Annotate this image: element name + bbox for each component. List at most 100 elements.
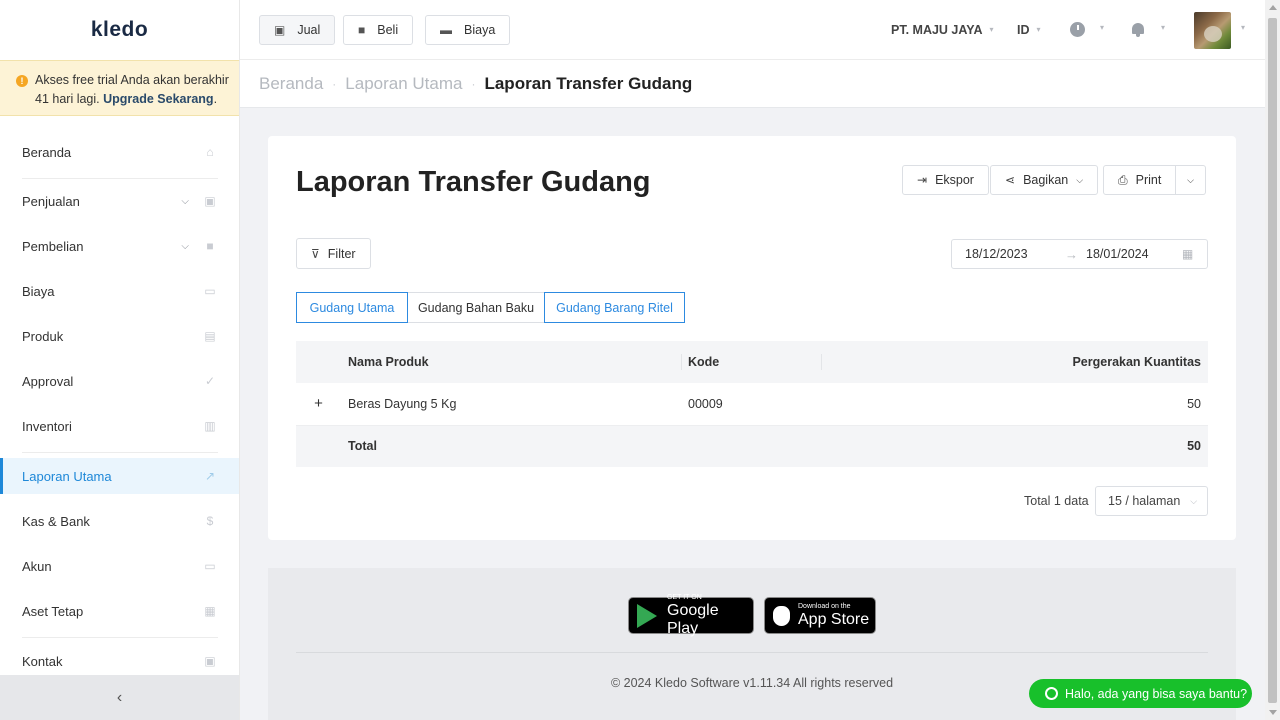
breadcrumb-separator: · — [471, 76, 476, 91]
google-play-icon — [637, 603, 657, 628]
biaya-button[interactable]: ▬ Biaya — [425, 15, 511, 45]
kledo-logo[interactable]: kledo — [0, 0, 239, 60]
chevron-down-icon: ⌵ — [1076, 174, 1084, 185]
footer-divider — [296, 652, 1208, 653]
language-selector[interactable]: ID ▾ — [1017, 23, 1041, 37]
chevron-left-icon: ‹ — [116, 688, 123, 706]
warehouse-icon: ▥ — [204, 419, 216, 433]
contact-card-icon: ▣ — [204, 654, 216, 668]
breadcrumb: Beranda · Laporan Utama · Laporan Transf… — [240, 60, 1265, 108]
print-options-button[interactable]: ⌵ — [1176, 165, 1206, 195]
basket-icon: ▣ — [204, 194, 216, 208]
sidebar-collapse-button[interactable]: ‹ — [0, 675, 239, 720]
page-title: Laporan Transfer Gudang — [296, 166, 651, 198]
topbar: ▣ Jual ■ Beli ▬ Biaya PT. MAJU JAYA ▾ ID ▾… — [240, 0, 1265, 60]
sidebar-item-penjualan[interactable]: Penjualan ⌵ ▣ — [0, 183, 239, 219]
bag-icon: ■ — [206, 239, 214, 253]
breadcrumb-current: Laporan Transfer Gudang — [484, 73, 693, 93]
column-header-code[interactable]: Kode — [681, 341, 821, 383]
chevron-down-icon: ⌵ — [181, 195, 189, 207]
caret-down-icon: ▾ — [1161, 23, 1166, 32]
whatsapp-chat-button[interactable]: Halo, ada yang bisa saya bantu? — [1029, 679, 1252, 708]
card-icon: ▬ — [440, 23, 452, 37]
avatar[interactable] — [1194, 12, 1231, 49]
cell-code: 00009 — [681, 383, 821, 426]
arrow-right-icon: → — [1065, 246, 1078, 262]
caret-down-icon: ▾ — [1241, 23, 1246, 32]
sidebar-item-beranda[interactable]: Beranda ⌂ — [0, 134, 239, 170]
report-table: Nama Produk Kode Pergerakan Kuantitas + … — [296, 341, 1208, 467]
sidebar-item-pembelian[interactable]: Pembelian ⌵ ■ — [0, 228, 239, 264]
divider — [22, 452, 218, 453]
building-icon: ▦ — [204, 604, 216, 618]
filter-icon: ⊽ — [311, 246, 320, 261]
scroll-down-arrow[interactable] — [1269, 710, 1277, 715]
table-row: + Beras Dayung 5 Kg 00009 50 — [296, 383, 1208, 426]
breadcrumb-parent[interactable]: Laporan Utama — [345, 74, 462, 94]
sidebar-item-akun[interactable]: Akun ▭ — [0, 548, 239, 584]
clock-icon[interactable] — [1070, 22, 1085, 37]
cell-product: Beras Dayung 5 Kg — [341, 383, 681, 426]
date-to[interactable]: 18/01/2024 — [1086, 247, 1176, 261]
printer-icon: ⎙ — [1118, 172, 1128, 187]
check-icon: ✓ — [204, 374, 216, 388]
jual-button[interactable]: ▣ Jual — [259, 15, 336, 45]
sidebar-item-approval[interactable]: Approval ✓ — [0, 363, 239, 399]
scrollbar-thumb[interactable] — [1268, 18, 1277, 703]
divider — [22, 637, 218, 638]
total-qty: 50 — [821, 425, 1208, 467]
expand-row-button[interactable]: + — [296, 383, 341, 426]
chevron-down-icon: ⌵ — [1190, 495, 1198, 506]
page-size-select[interactable]: 15 / halaman ⌵ — [1095, 486, 1208, 516]
date-range-picker[interactable]: 18/12/2023 → 18/01/2024 ▦ — [951, 239, 1208, 269]
apple-icon — [773, 605, 790, 626]
report-card: Laporan Transfer Gudang ⇥ Ekspor ⋖ Bagik… — [268, 136, 1236, 540]
sidebar-item-kas-bank[interactable]: Kas & Bank $ — [0, 503, 239, 539]
google-play-badge[interactable]: GET IT ON Google Play — [628, 594, 754, 637]
share-button[interactable]: ⋖ Bagikan ⌵ — [990, 165, 1099, 195]
sidebar-item-kontak[interactable]: Kontak ▣ — [0, 643, 239, 679]
bag-icon: ■ — [358, 23, 366, 37]
print-button[interactable]: ⎙ Print — [1103, 165, 1177, 195]
app-store-badge[interactable]: Download on the App Store — [764, 597, 876, 634]
tab-gudang-barang-ritel[interactable]: Gudang Barang Ritel — [544, 292, 685, 323]
chart-icon: ↗ — [204, 469, 216, 483]
sidebar-item-produk[interactable]: Produk ▤ — [0, 318, 239, 354]
tab-gudang-bahan-baku[interactable]: Gudang Bahan Baku — [407, 292, 545, 323]
scroll-up-arrow[interactable] — [1269, 5, 1277, 10]
tab-gudang-utama[interactable]: Gudang Utama — [296, 292, 408, 323]
sidebar-item-laporan-utama[interactable]: Laporan Utama ↗ — [0, 458, 239, 494]
card-icon: ▭ — [204, 284, 216, 298]
upgrade-link[interactable]: Upgrade Sekarang — [103, 92, 213, 106]
calendar-icon: ▦ — [1182, 247, 1194, 261]
warning-icon: ! — [16, 75, 28, 87]
table-header: Nama Produk Kode Pergerakan Kuantitas — [296, 341, 1208, 383]
whatsapp-icon — [1045, 687, 1058, 700]
dollar-icon: $ — [206, 514, 214, 528]
table-total-row: Total 50 — [296, 425, 1208, 467]
cell-qty: 50 — [821, 383, 1208, 426]
column-header-product[interactable]: Nama Produk — [341, 341, 681, 383]
beli-button[interactable]: ■ Beli — [343, 15, 414, 45]
breadcrumb-separator: · — [332, 76, 337, 91]
page-scrollbar[interactable] — [1265, 0, 1280, 720]
column-header-qty[interactable]: Pergerakan Kuantitas — [821, 341, 1208, 383]
breadcrumb-home[interactable]: Beranda — [259, 74, 323, 94]
sidebar-item-biaya[interactable]: Biaya ▭ — [0, 273, 239, 309]
filter-button[interactable]: ⊽ Filter — [296, 238, 371, 269]
basket-icon: ▣ — [274, 23, 286, 37]
caret-down-icon: ▾ — [1036, 25, 1041, 34]
home-icon: ⌂ — [206, 145, 214, 159]
caret-down-icon: ▾ — [989, 25, 994, 34]
export-button[interactable]: ⇥ Ekspor — [902, 165, 989, 195]
date-from[interactable]: 18/12/2023 — [965, 247, 1065, 261]
ledger-icon: ▭ — [204, 559, 216, 573]
chevron-down-icon: ⌵ — [1187, 174, 1194, 185]
company-selector[interactable]: PT. MAJU JAYA ▾ — [891, 23, 994, 37]
sidebar-item-inventori[interactable]: Inventori ▥ — [0, 408, 239, 444]
sidebar-item-aset-tetap[interactable]: Aset Tetap ▦ — [0, 593, 239, 629]
bell-icon[interactable] — [1131, 21, 1145, 38]
total-count: Total 1 data — [1024, 494, 1089, 508]
caret-down-icon: ▾ — [1100, 23, 1105, 32]
chevron-down-icon: ⌵ — [181, 240, 189, 252]
